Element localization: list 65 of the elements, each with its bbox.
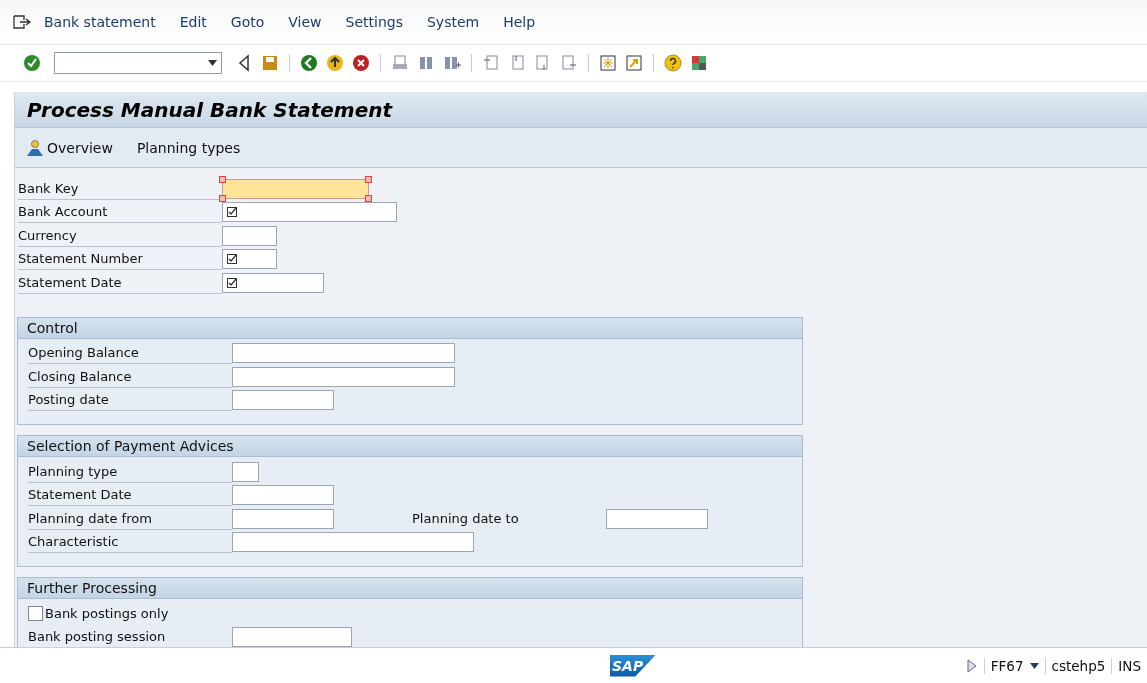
group-title: Selection of Payment Advices bbox=[18, 436, 802, 457]
check-icon bbox=[227, 254, 237, 265]
field-label: Opening Balance bbox=[28, 342, 232, 365]
check-icon bbox=[227, 277, 237, 288]
field-label: Planning date from bbox=[28, 507, 232, 530]
check-icon bbox=[227, 207, 237, 218]
input-field[interactable] bbox=[606, 508, 708, 529]
layout-icon[interactable] bbox=[689, 53, 709, 73]
server-name: cstehp5 bbox=[1044, 657, 1112, 674]
up-icon[interactable] bbox=[325, 53, 345, 73]
field-label: Currency bbox=[18, 224, 222, 247]
input-field[interactable] bbox=[222, 225, 277, 246]
screen-title: Process Manual Bank Statement bbox=[15, 92, 1147, 128]
input-field[interactable] bbox=[232, 532, 474, 553]
field-label: Statement Date bbox=[28, 484, 232, 507]
new-window-icon[interactable] bbox=[598, 53, 618, 73]
toolbar-button[interactable]: Overview bbox=[23, 136, 115, 159]
menu-item[interactable]: View bbox=[288, 14, 322, 30]
field-label: Planning type bbox=[28, 460, 232, 483]
field-label: Closing Balance bbox=[28, 365, 232, 388]
menu-exit-icon[interactable] bbox=[12, 14, 32, 30]
field-label: Bank Account bbox=[18, 201, 222, 224]
group-title: Further Processing bbox=[18, 578, 802, 599]
input-field[interactable] bbox=[232, 627, 352, 647]
input-field[interactable] bbox=[232, 343, 455, 364]
back-icon[interactable] bbox=[299, 53, 319, 73]
menu-item[interactable]: Bank statement bbox=[44, 14, 156, 30]
input-field[interactable] bbox=[232, 508, 334, 529]
enter-icon[interactable] bbox=[22, 53, 42, 73]
field-label: Statement Number bbox=[18, 248, 222, 271]
input-field[interactable] bbox=[222, 249, 277, 270]
first-page-icon[interactable] bbox=[481, 53, 501, 73]
shortcut-icon[interactable] bbox=[624, 53, 644, 73]
field-label: Posting date bbox=[28, 389, 232, 412]
input-field[interactable] bbox=[222, 178, 369, 199]
input-field[interactable] bbox=[232, 390, 334, 411]
checkbox[interactable] bbox=[28, 606, 43, 622]
logo: SAP bbox=[610, 654, 656, 677]
dropdown-icon[interactable] bbox=[208, 60, 217, 66]
menu-item[interactable]: Goto bbox=[230, 14, 265, 30]
menu-item[interactable]: System bbox=[426, 14, 480, 30]
checkbox-label: Bank postings only bbox=[45, 606, 169, 622]
field-label: Statement Date bbox=[18, 271, 222, 294]
input-mode: INS bbox=[1111, 657, 1147, 674]
menu-item[interactable]: Help bbox=[503, 14, 536, 30]
person-icon bbox=[25, 138, 45, 157]
menu-item[interactable]: Edit bbox=[179, 14, 207, 30]
field-label: Planning date to bbox=[412, 511, 520, 527]
cancel-icon[interactable] bbox=[351, 53, 371, 73]
command-field[interactable] bbox=[54, 52, 222, 74]
dropdown-icon[interactable] bbox=[1029, 662, 1039, 669]
menu-item[interactable]: Settings bbox=[345, 14, 403, 30]
expand-triangle-icon[interactable] bbox=[965, 658, 978, 673]
input-field[interactable] bbox=[232, 461, 259, 482]
input-field[interactable] bbox=[222, 202, 397, 223]
save-icon[interactable] bbox=[260, 53, 280, 73]
help-icon[interactable] bbox=[663, 53, 683, 73]
input-field[interactable] bbox=[232, 366, 455, 387]
input-field[interactable] bbox=[222, 272, 324, 293]
input-field[interactable] bbox=[232, 485, 334, 506]
last-page-icon[interactable] bbox=[559, 53, 579, 73]
toolbar-button[interactable]: Planning types bbox=[134, 137, 243, 158]
field-label: Characteristic bbox=[28, 531, 232, 554]
group-title: Control bbox=[18, 317, 802, 339]
transaction-code[interactable]: FF67 bbox=[983, 657, 1045, 674]
